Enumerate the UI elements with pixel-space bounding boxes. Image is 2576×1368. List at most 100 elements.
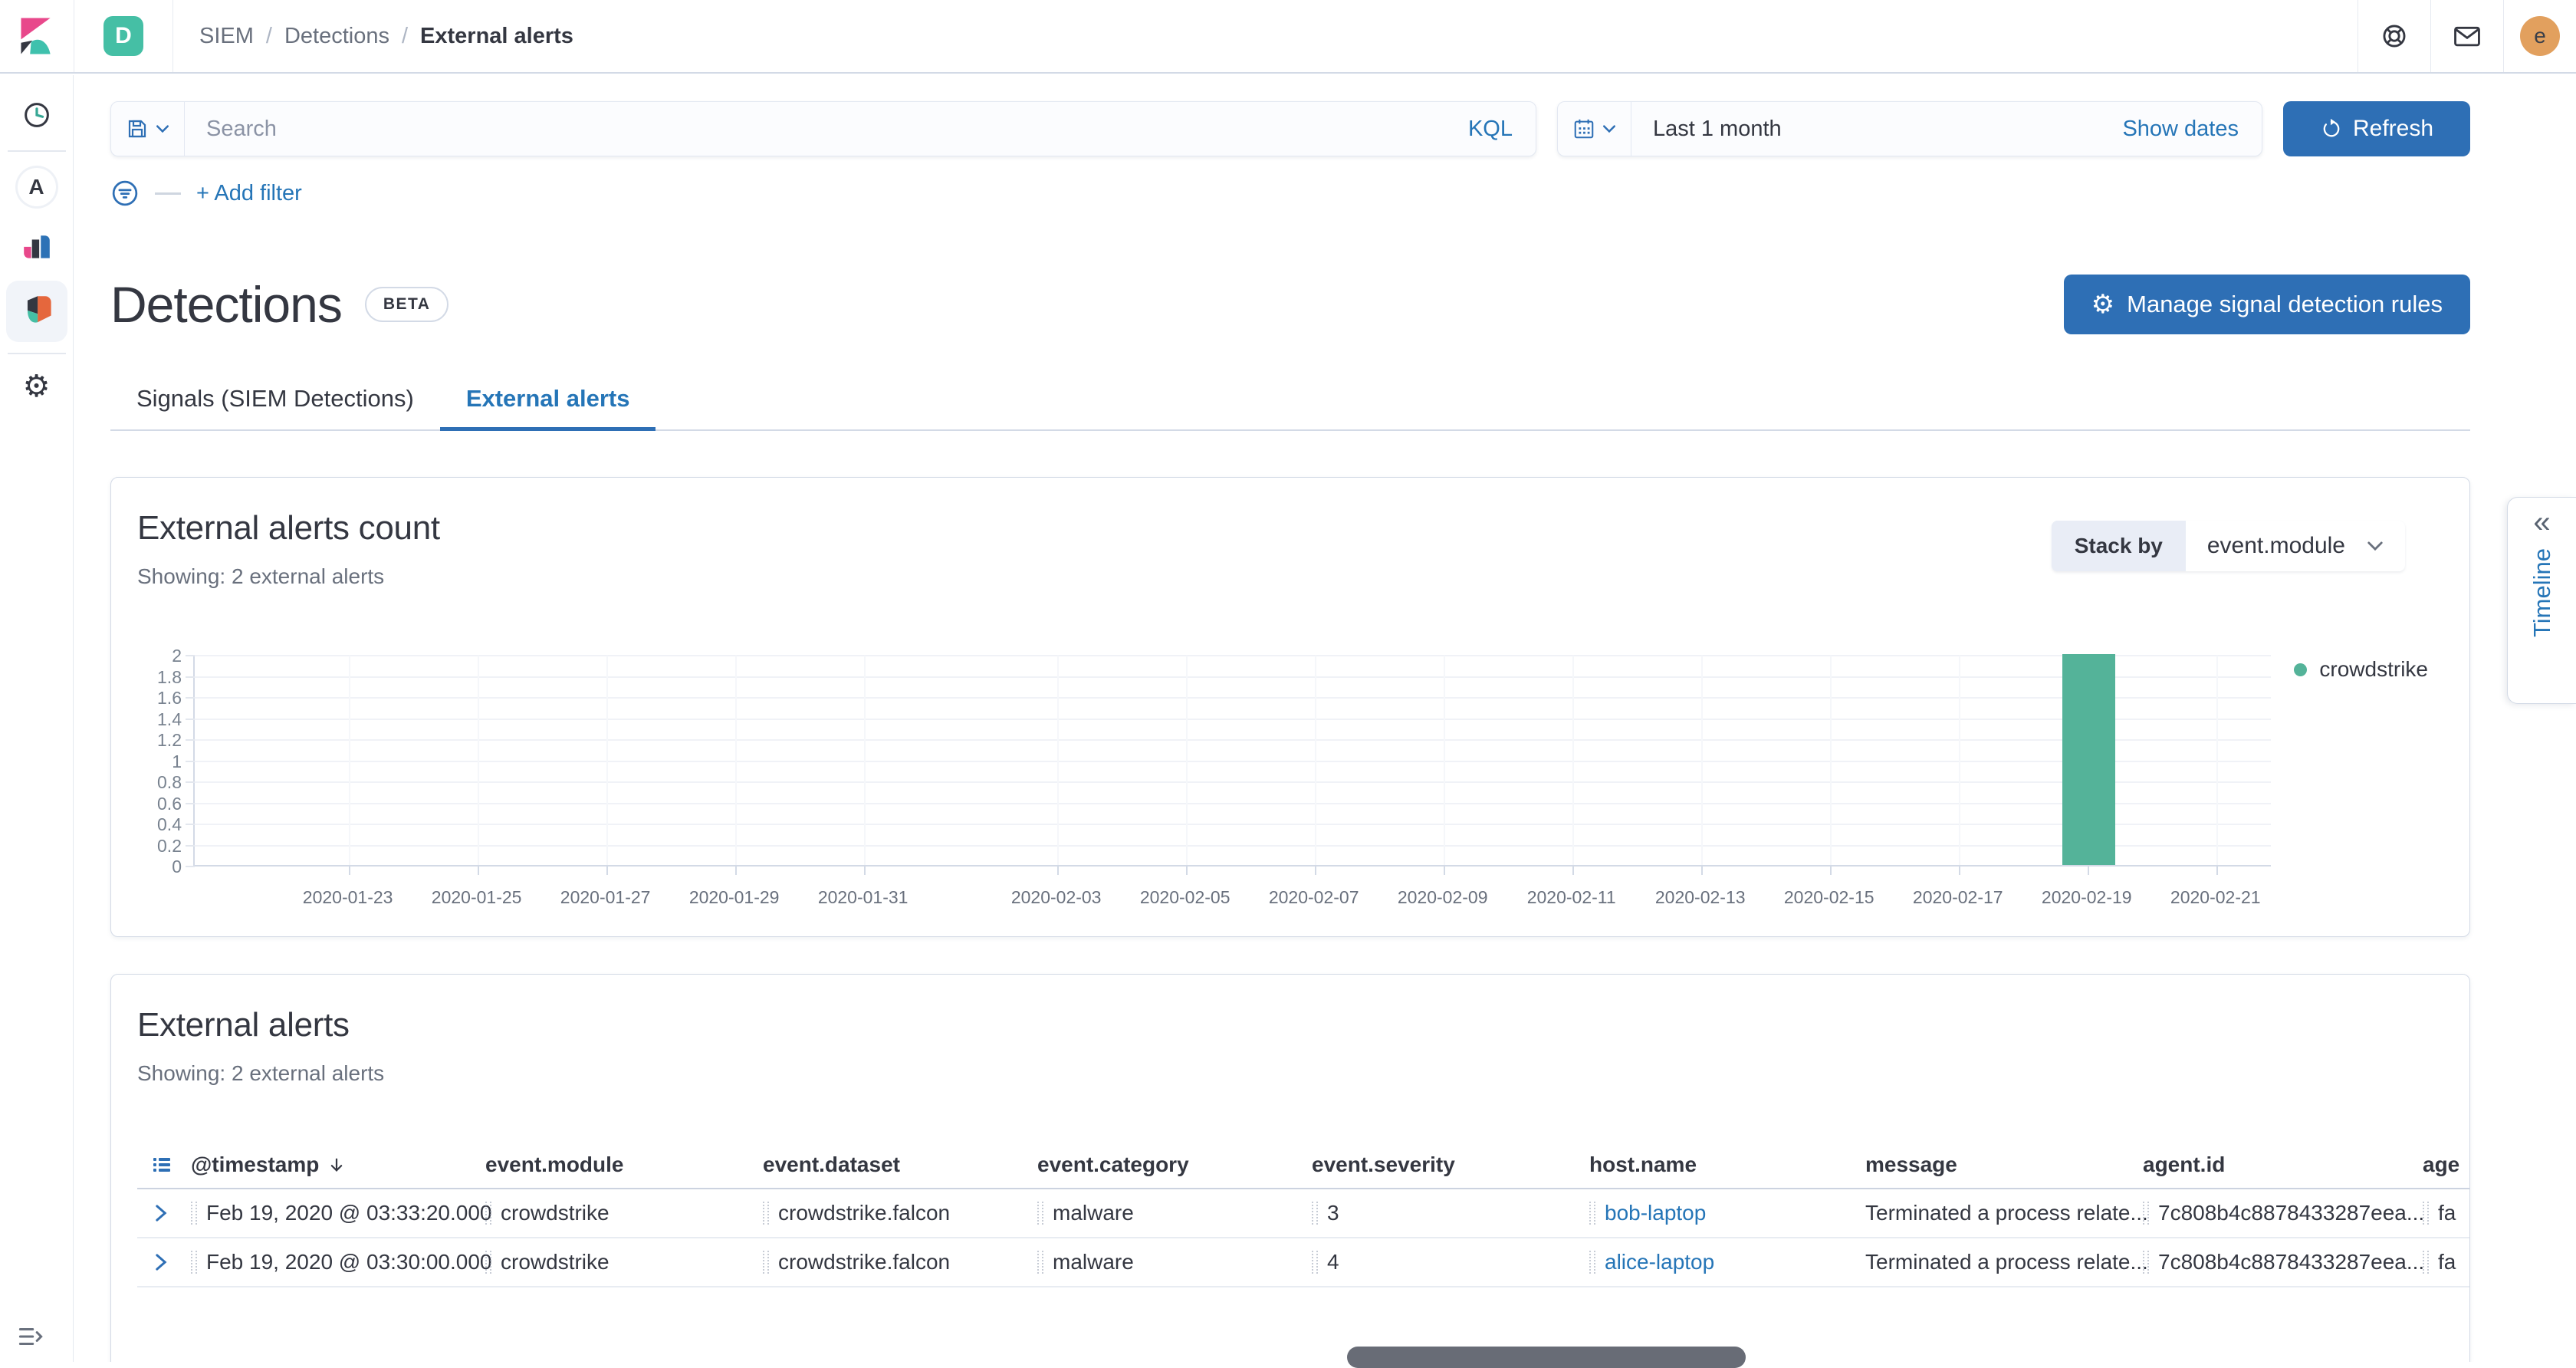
sidebar-item-visualize[interactable] [9, 225, 64, 271]
recently-viewed-button[interactable] [9, 92, 64, 138]
drag-handle[interactable] [2143, 1202, 2149, 1225]
column-header-message[interactable]: message [1865, 1153, 2143, 1177]
page-title: Detections [110, 275, 342, 334]
event-dataset-value[interactable]: crowdstrike.falcon [778, 1201, 950, 1225]
column-header-label: agent.id [2143, 1153, 2225, 1177]
x-axis-tick-label: 2020-02-21 [2154, 887, 2277, 908]
y-axis-tick-label: 1.6 [137, 688, 182, 709]
drag-handle[interactable] [191, 1202, 197, 1225]
column-header-event-dataset[interactable]: event.dataset [763, 1153, 1037, 1177]
drag-handle[interactable] [763, 1251, 769, 1274]
host-name-link[interactable]: alice-laptop [1605, 1250, 1714, 1274]
user-menu-button[interactable]: e [2503, 0, 2576, 72]
event-severity-value[interactable]: 4 [1327, 1250, 1339, 1274]
filter-icon[interactable] [110, 179, 140, 208]
event-module-value[interactable]: crowdstrike [501, 1250, 610, 1274]
event-category-value[interactable]: malware [1053, 1201, 1134, 1225]
chevron-right-icon [151, 1203, 171, 1223]
y-axis-tick-label: 2 [137, 646, 182, 666]
drag-handle[interactable] [1589, 1202, 1595, 1225]
sidebar-divider [8, 150, 66, 152]
drag-handle[interactable] [485, 1251, 491, 1274]
column-header-label: event.category [1037, 1153, 1189, 1177]
column-header-host-name[interactable]: host.name [1589, 1153, 1865, 1177]
gear-icon: ⚙ [2091, 291, 2114, 317]
x-axis-tick-label: 2020-02-13 [1639, 887, 1762, 908]
drag-handle[interactable] [1037, 1202, 1043, 1225]
tab-signals[interactable]: Signals (SIEM Detections) [110, 385, 440, 429]
event-severity-value[interactable]: 3 [1327, 1201, 1339, 1225]
agent-id-value[interactable]: 7c808b4c8878433287eea... [2158, 1201, 2424, 1225]
help-button[interactable] [2358, 0, 2430, 72]
table-header-row: @timestamp event.module event.dataset ev… [137, 1142, 2470, 1189]
table-view-settings-button[interactable] [137, 1154, 191, 1176]
filter-dash [155, 192, 181, 195]
column-header-age[interactable]: age [2423, 1153, 2470, 1177]
search-input[interactable] [185, 117, 1468, 142]
event-module-value[interactable]: crowdstrike [501, 1201, 610, 1225]
saved-query-menu-button[interactable] [111, 102, 185, 156]
breadcrumb-separator: / [389, 24, 420, 49]
drag-handle[interactable] [763, 1202, 769, 1225]
drag-handle[interactable] [191, 1251, 197, 1274]
timeline-flyout-button[interactable]: « Timeline [2507, 497, 2576, 704]
drag-handle[interactable] [1037, 1251, 1043, 1274]
chart-bar[interactable] [2062, 654, 2115, 865]
column-header-label: event.dataset [763, 1153, 900, 1177]
column-header-event-severity[interactable]: event.severity [1312, 1153, 1589, 1177]
event-category-value[interactable]: malware [1053, 1250, 1134, 1274]
drag-handle[interactable] [2423, 1251, 2429, 1274]
stack-by-select[interactable]: Stack by event.module [2052, 521, 2405, 571]
column-header-event-category[interactable]: event.category [1037, 1153, 1312, 1177]
stack-by-value: event.module [2207, 533, 2345, 559]
drag-handle[interactable] [1589, 1251, 1595, 1274]
age-value[interactable]: fa [2438, 1250, 2456, 1274]
y-axis-tick-label: 1.4 [137, 709, 182, 730]
agent-id-value[interactable]: 7c808b4c8878433287eea... [2158, 1250, 2424, 1274]
column-header-event-module[interactable]: event.module [485, 1153, 763, 1177]
filter-bar: + Add filter [110, 178, 2470, 209]
space-switcher-badge[interactable]: D [104, 16, 143, 56]
expand-row-button[interactable] [137, 1203, 191, 1223]
quick-select-menu-button[interactable] [1558, 102, 1631, 156]
manage-signal-detection-rules-button[interactable]: ⚙ Manage signal detection rules [2064, 275, 2470, 334]
event-dataset-value[interactable]: crowdstrike.falcon [778, 1250, 950, 1274]
column-header-agent-id[interactable]: agent.id [2143, 1153, 2423, 1177]
kql-language-button[interactable]: KQL [1468, 117, 1536, 142]
expand-row-button[interactable] [137, 1252, 191, 1272]
external-alerts-table-panel: External alerts Showing: 2 external aler… [110, 974, 2470, 1362]
y-axis-tick-label: 0.2 [137, 836, 182, 857]
table-controls-icon [151, 1154, 172, 1176]
sidebar-item-letter-app[interactable]: A [9, 164, 64, 210]
avatar: e [2520, 16, 2560, 56]
refresh-button[interactable]: Refresh [2283, 101, 2470, 156]
host-name-link[interactable]: bob-laptop [1605, 1201, 1706, 1225]
age-value[interactable]: fa [2438, 1201, 2456, 1225]
time-range-value[interactable]: Last 1 month [1631, 117, 2122, 142]
drag-handle[interactable] [1312, 1251, 1318, 1274]
chart-legend[interactable]: crowdstrike [2294, 657, 2428, 682]
timestamp-value[interactable]: Feb 19, 2020 @ 03:33:20.000 [206, 1201, 492, 1225]
drag-handle[interactable] [2143, 1251, 2149, 1274]
add-filter-button[interactable]: + Add filter [196, 181, 302, 206]
breadcrumb-detections[interactable]: Detections [284, 24, 389, 49]
drag-handle[interactable] [485, 1202, 491, 1225]
manage-rules-label: Manage signal detection rules [2127, 291, 2443, 318]
tab-external-alerts[interactable]: External alerts [440, 385, 656, 429]
column-header-timestamp[interactable]: @timestamp [191, 1153, 485, 1177]
drag-handle[interactable] [2423, 1202, 2429, 1225]
page-header: Detections BETA ⚙ Manage signal detectio… [110, 275, 2470, 334]
breadcrumb-siem[interactable]: SIEM [199, 24, 254, 49]
timestamp-value[interactable]: Feb 19, 2020 @ 03:30:00.000 [206, 1250, 492, 1274]
sidebar-item-management[interactable]: ⚙ [9, 363, 64, 409]
collapse-nav-button[interactable] [17, 1325, 44, 1348]
sidebar-item-siem-active[interactable] [6, 281, 67, 342]
kibana-logo[interactable] [0, 18, 74, 54]
query-bar: KQL Last 1 month Show dates [110, 101, 2470, 156]
header-actions: e [2358, 0, 2576, 72]
newsfeed-button[interactable] [2430, 0, 2503, 72]
drag-handle[interactable] [1312, 1202, 1318, 1225]
show-dates-button[interactable]: Show dates [2122, 117, 2262, 142]
horizontal-scrollbar-thumb[interactable] [1347, 1347, 1746, 1368]
breadcrumb-current: External alerts [420, 24, 573, 49]
